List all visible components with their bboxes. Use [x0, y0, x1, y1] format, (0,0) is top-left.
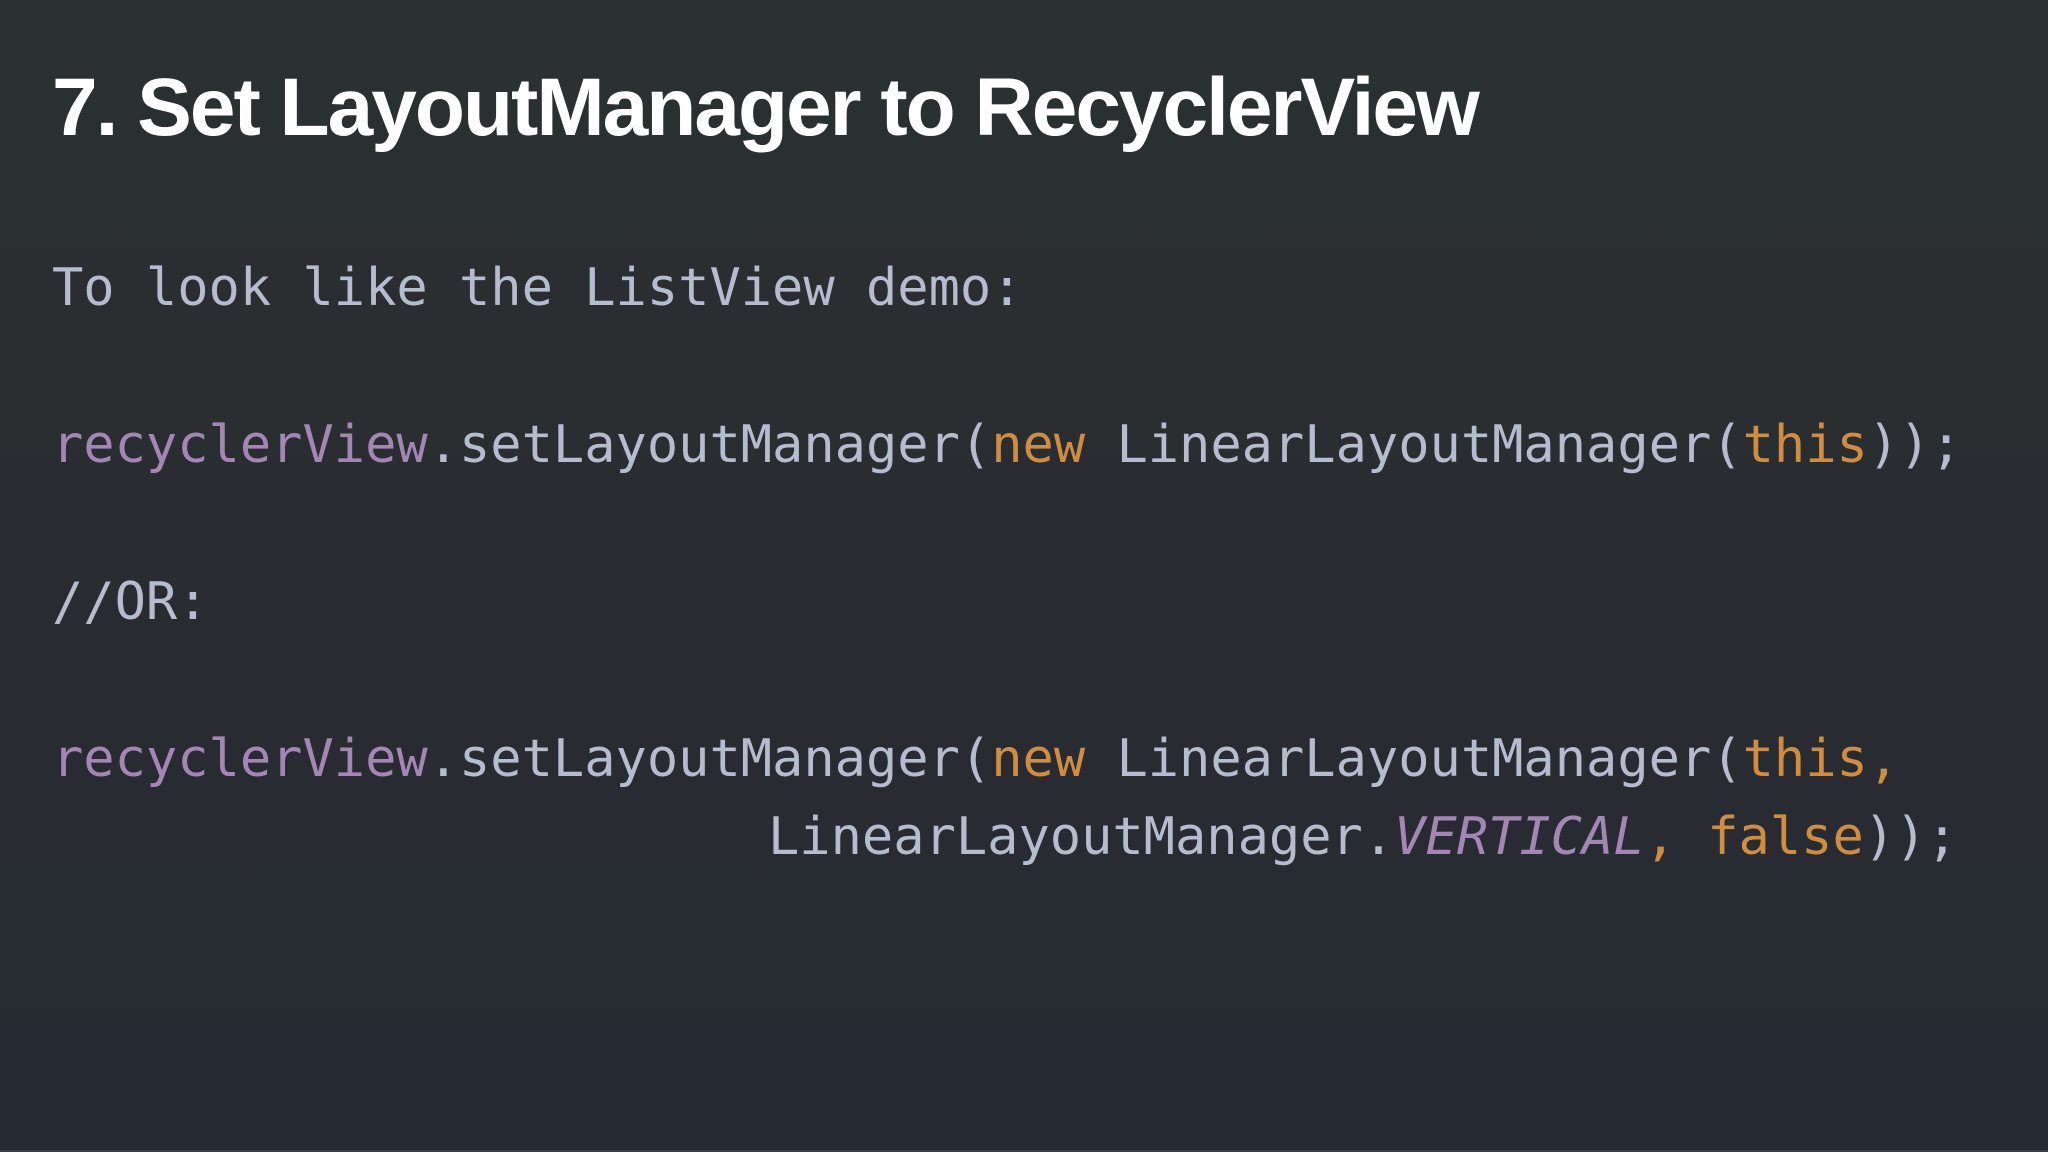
- class-reference: LinearLayoutManager.: [768, 807, 1395, 867]
- or-comment: //OR:: [52, 563, 209, 641]
- slide: 7. Set LayoutManager to RecyclerView To …: [0, 0, 2048, 1152]
- constructor-call: LinearLayoutManager(: [1085, 415, 1743, 475]
- code-line-linear-layout-vertical: recyclerView.setLayoutManager(new Linear…: [52, 720, 1899, 798]
- constant-vertical: VERTICAL: [1394, 807, 1645, 867]
- method-call: .setLayoutManager(: [427, 729, 992, 789]
- receiver-recyclerview: recyclerView: [52, 729, 428, 789]
- receiver-recyclerview: recyclerView: [52, 415, 428, 475]
- closing-parens: ));: [1863, 807, 1958, 867]
- keyword-new: new: [991, 415, 1086, 475]
- keyword-this: this: [1742, 729, 1868, 789]
- intro-text: To look like the ListView demo:: [52, 249, 1023, 327]
- intro-comment: To look like the ListView demo:: [52, 258, 1023, 318]
- argument-comma: ,: [1644, 807, 1708, 867]
- keyword-false: false: [1707, 807, 1864, 867]
- argument-comma: ,: [1867, 729, 1900, 789]
- code-line-continuation: LinearLayoutManager.VERTICAL, false));: [768, 798, 1958, 876]
- keyword-new: new: [991, 729, 1086, 789]
- method-call: .setLayoutManager(: [427, 415, 992, 475]
- constructor-call: LinearLayoutManager(: [1085, 729, 1743, 789]
- keyword-this: this: [1742, 415, 1868, 475]
- code-line-linear-layout: recyclerView.setLayoutManager(new Linear…: [52, 406, 1962, 484]
- or-comment-text: //OR:: [52, 572, 209, 632]
- closing-parens: ));: [1867, 415, 1962, 475]
- slide-title: 7. Set LayoutManager to RecyclerView: [52, 62, 1480, 153]
